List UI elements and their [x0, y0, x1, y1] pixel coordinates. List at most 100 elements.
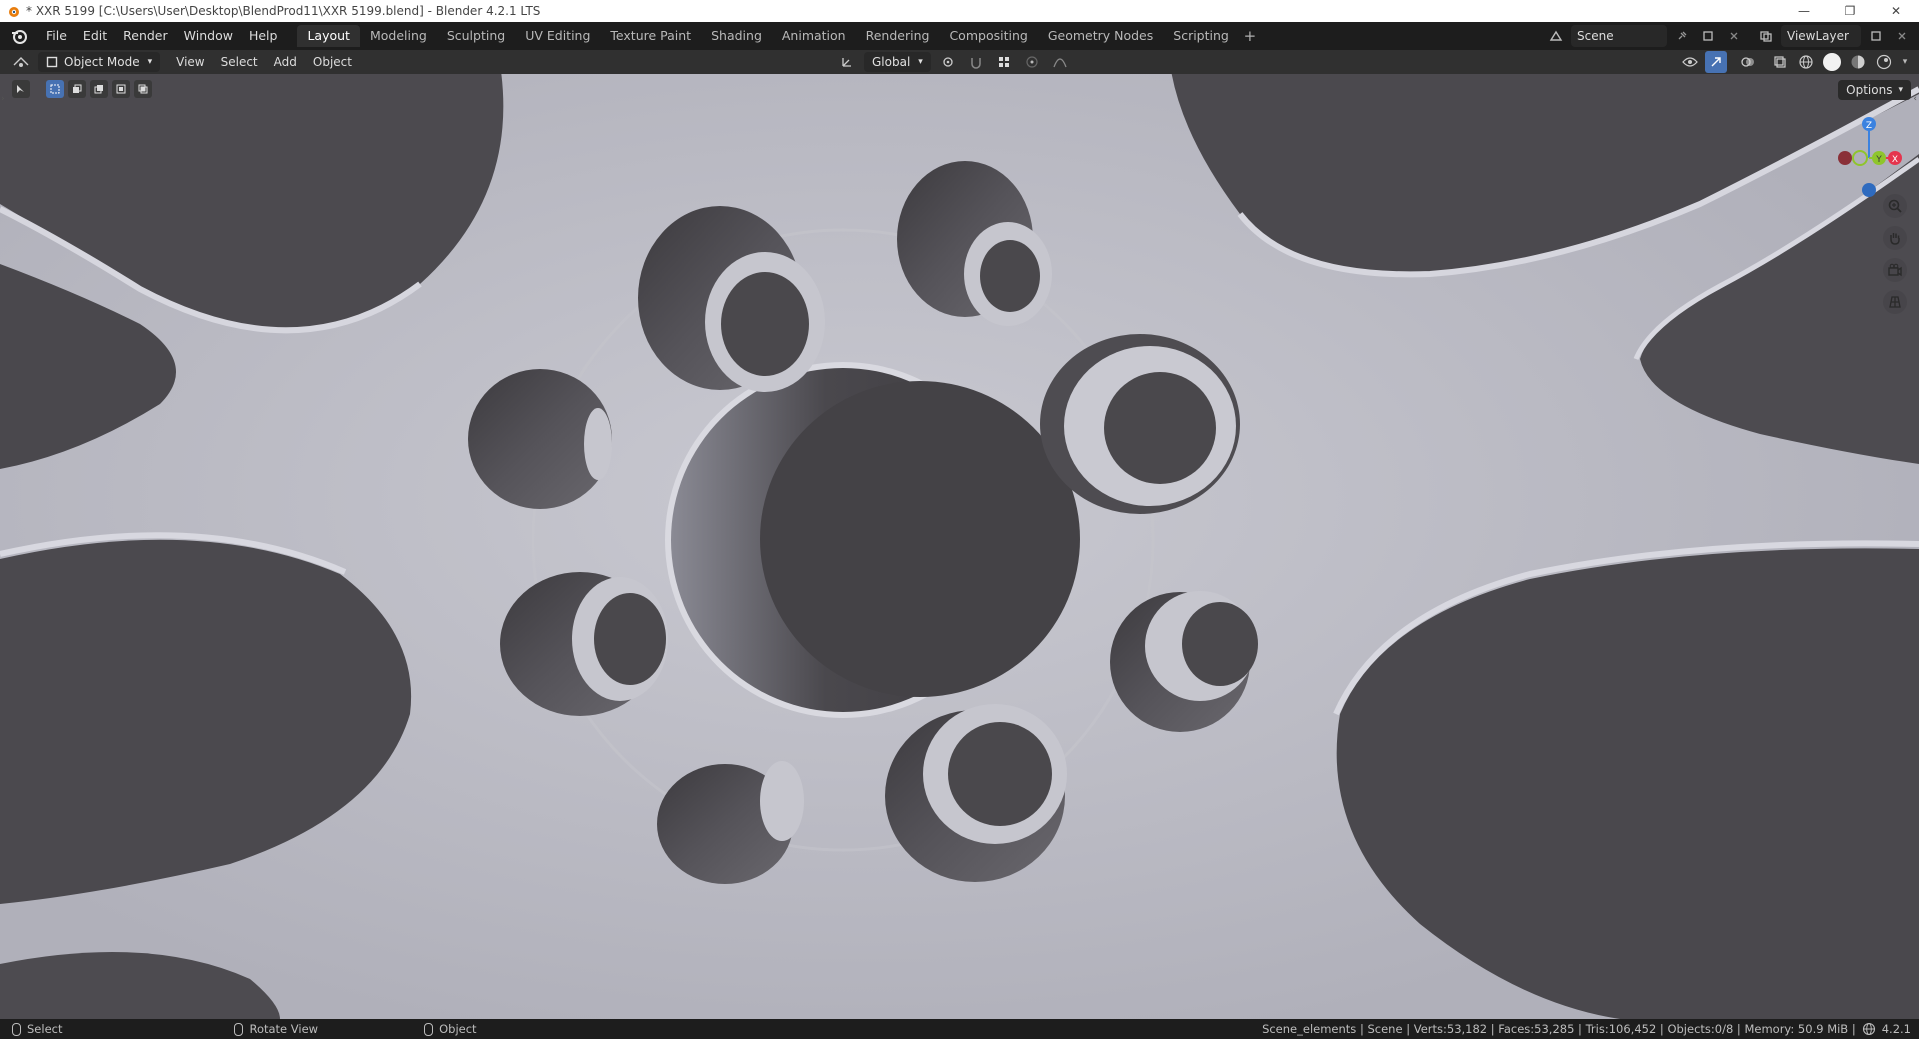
view-layer-selector-icon[interactable] [1755, 25, 1777, 47]
topbar-right: Scene ViewLayer [1545, 25, 1913, 47]
camera-view-icon[interactable] [1883, 258, 1907, 282]
menu-edit[interactable]: Edit [75, 25, 115, 47]
tab-sculpting[interactable]: Sculpting [437, 25, 515, 47]
gizmo-neg-z-axis[interactable] [1862, 183, 1876, 197]
material-preview-icon[interactable] [1847, 51, 1869, 73]
rendered-shading-icon[interactable] [1873, 51, 1895, 73]
navigation-tools [1883, 194, 1907, 314]
transform-orientation-dropdown[interactable]: Global ▾ [864, 52, 931, 72]
viewport-menu-add[interactable]: Add [266, 55, 305, 69]
status-stats: Scene_elements | Scene | Verts:53,182 | … [1262, 1019, 1911, 1039]
delete-view-layer-icon[interactable] [1891, 25, 1913, 47]
tab-uv-editing[interactable]: UV Editing [515, 25, 600, 47]
select-subtract-icon[interactable] [90, 80, 108, 98]
blender-logo-icon[interactable] [10, 27, 28, 45]
viewport-header-center: Global ▾ [836, 52, 1071, 72]
main-menu: File Edit Render Window Help [38, 25, 285, 47]
proportional-falloff-icon[interactable] [1049, 51, 1071, 73]
xray-toggle-icon[interactable] [1769, 51, 1791, 73]
snap-toggle-icon[interactable] [965, 51, 987, 73]
chevron-down-icon: ▾ [1898, 85, 1903, 95]
tab-animation[interactable]: Animation [772, 25, 856, 47]
minimize-button[interactable]: — [1781, 0, 1827, 22]
options-label: Options [1846, 83, 1893, 97]
view-layer-field[interactable]: ViewLayer [1781, 25, 1861, 47]
tab-geometry-nodes[interactable]: Geometry Nodes [1038, 25, 1163, 47]
lug-hole [1040, 334, 1240, 514]
transform-orientation-icon [836, 51, 858, 73]
new-scene-icon[interactable] [1697, 25, 1719, 47]
gizmo-y-label: Y [1875, 155, 1882, 165]
menu-window[interactable]: Window [176, 25, 241, 47]
select-new-icon[interactable] [46, 80, 64, 98]
viewport-options-dropdown[interactable]: Options ▾ [1838, 80, 1911, 100]
tab-modeling[interactable]: Modeling [360, 25, 437, 47]
lug-hole [468, 369, 612, 509]
select-mode-toolbar [12, 80, 152, 98]
status-rotate-label: Rotate View [249, 1022, 319, 1036]
zoom-icon[interactable] [1883, 194, 1907, 218]
editor-type-icon[interactable] [10, 51, 32, 73]
select-invert-icon[interactable] [112, 80, 130, 98]
status-bar: Select Rotate View Object Scene_elements… [0, 1019, 1919, 1039]
menu-file[interactable]: File [38, 25, 75, 47]
tab-scripting[interactable]: Scripting [1163, 25, 1239, 47]
snap-target-icon[interactable] [993, 51, 1015, 73]
chevron-down-icon: ▾ [918, 57, 923, 67]
view-layer-name: ViewLayer [1787, 29, 1849, 43]
gizmo-z-label: Z [1866, 121, 1872, 131]
visibility-eye-icon[interactable] [1679, 51, 1701, 73]
pin-scene-icon[interactable] [1671, 25, 1693, 47]
delete-scene-icon[interactable] [1723, 25, 1745, 47]
scene-name-field[interactable]: Scene [1571, 25, 1667, 47]
overlays-toggle-icon[interactable] [1737, 51, 1759, 73]
viewport-header-right: ▾ [1679, 51, 1911, 73]
pivot-point-icon[interactable] [937, 51, 959, 73]
tab-layout[interactable]: Layout [297, 25, 360, 47]
viewport-menu-object[interactable]: Object [305, 55, 360, 69]
object-mode-icon [46, 56, 58, 68]
object-mode-label: Object Mode [64, 55, 140, 69]
wheel-hub-mesh [0, 74, 1919, 1019]
3d-viewport[interactable]: Options ▾ Z Y X › ‹ [0, 74, 1919, 1019]
network-globe-icon [1862, 1022, 1875, 1036]
tab-compositing[interactable]: Compositing [939, 25, 1037, 47]
tab-texture-paint[interactable]: Texture Paint [600, 25, 701, 47]
pan-hand-icon[interactable] [1883, 226, 1907, 250]
window-controls: — ❐ ✕ [1781, 0, 1919, 22]
scene-statistics: Scene_elements | Scene | Verts:53,182 | … [1262, 1022, 1856, 1036]
toolbar-expand-arrow-icon[interactable]: › [1, 94, 5, 104]
perspective-grid-icon[interactable] [1883, 290, 1907, 314]
select-cursor-icon[interactable] [12, 80, 30, 98]
scene-selector-icon[interactable] [1545, 25, 1567, 47]
select-extend-icon[interactable] [68, 80, 86, 98]
status-rotate-hint: Rotate View [234, 1022, 318, 1036]
window-title: * XXR 5199 [C:\Users\User\Desktop\BlendP… [26, 4, 541, 18]
gizmo-toggle-icon[interactable] [1705, 51, 1727, 73]
select-intersect-icon[interactable] [134, 80, 152, 98]
middle-mouse-icon [234, 1022, 244, 1036]
tab-shading[interactable]: Shading [701, 25, 772, 47]
gizmo-neg-x-axis[interactable] [1838, 151, 1852, 165]
viewport-menu-select[interactable]: Select [213, 55, 266, 69]
add-workspace-button[interactable]: + [1239, 25, 1261, 47]
menu-help[interactable]: Help [241, 25, 286, 47]
solid-shading-icon[interactable] [1821, 51, 1843, 73]
menu-render[interactable]: Render [115, 25, 176, 47]
right-mouse-icon [424, 1022, 434, 1036]
close-button[interactable]: ✕ [1873, 0, 1919, 22]
viewport-menu-view[interactable]: View [168, 55, 212, 69]
status-select-label: Select [27, 1022, 63, 1036]
maximize-button[interactable]: ❐ [1827, 0, 1873, 22]
proportional-editing-icon[interactable] [1021, 51, 1043, 73]
status-object-label: Object [439, 1022, 477, 1036]
shading-options-chevron-icon[interactable]: ▾ [1899, 51, 1911, 73]
sidebar-expand-arrow-icon[interactable]: ‹ [1913, 94, 1917, 104]
blender-version: 4.2.1 [1881, 1022, 1911, 1036]
status-select-hint: Select [12, 1022, 62, 1036]
new-view-layer-icon[interactable] [1865, 25, 1887, 47]
tab-rendering[interactable]: Rendering [856, 25, 940, 47]
wireframe-shading-icon[interactable] [1795, 51, 1817, 73]
gizmo-neg-y-axis[interactable] [1852, 150, 1868, 166]
object-mode-dropdown[interactable]: Object Mode ▾ [38, 52, 161, 72]
